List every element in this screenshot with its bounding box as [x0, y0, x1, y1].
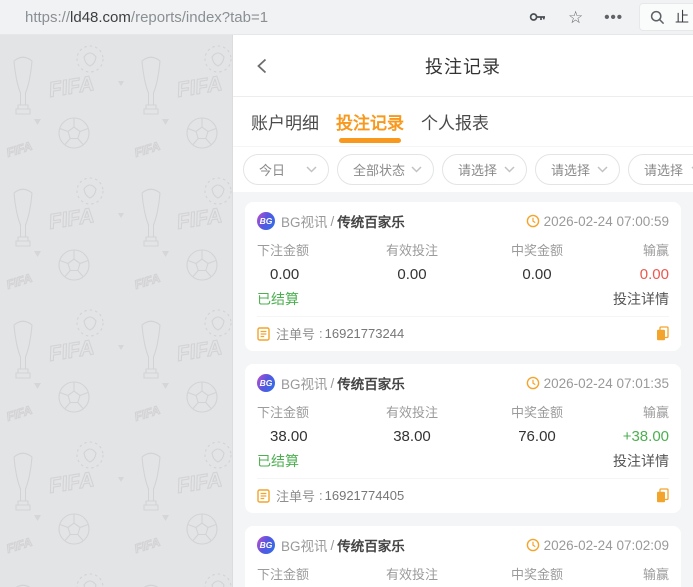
field-label: 中奖金额 — [510, 567, 563, 582]
provider-logo: BG — [257, 536, 275, 554]
filter-label: 全部状态 — [353, 163, 406, 178]
copy-icon[interactable] — [656, 488, 669, 503]
tab-bar: 账户明细 投注记录 个人报表 — [233, 97, 693, 147]
back-button[interactable] — [251, 54, 275, 78]
field-label: 输赢 — [642, 567, 669, 582]
key-icon[interactable] — [529, 9, 547, 25]
find-in-page-box[interactable]: 止 — [639, 3, 693, 31]
game-name: 传统百家乐 — [337, 215, 405, 230]
field-label: 下注金额 — [257, 405, 310, 420]
provider-logo: BG — [257, 212, 275, 230]
active-tab-underline — [339, 138, 401, 143]
filter-label: 请选择 — [458, 163, 498, 178]
field-label: 下注金额 — [257, 567, 310, 582]
win-amount: 76.00 — [518, 428, 556, 445]
url-text[interactable]: https://ld48.com/reports/index?tab=1 — [25, 9, 529, 26]
provider-name: BG视讯 — [281, 539, 328, 554]
win-loss: +38.00 — [622, 428, 669, 445]
separator: / — [330, 213, 335, 229]
field-label: 有效投注 — [385, 567, 438, 582]
field-label: 有效投注 — [385, 405, 438, 420]
separator: / — [330, 375, 335, 391]
colon: : — [319, 488, 323, 503]
bet-record-card: BG BG视讯 / 传统百家乐 2026-02-24 07:01:35 下注金额… — [245, 364, 681, 513]
bet-records-panel: 投注记录 账户明细 投注记录 个人报表 今日 全部状态 请选择 请选择 请选择 … — [233, 35, 693, 587]
provider-logo: BG — [257, 374, 275, 392]
bookmark-star-icon[interactable]: ☆ — [568, 9, 583, 26]
url-scheme: https:// — [25, 8, 71, 26]
bet-record-card: BG BG视讯 / 传统百家乐 2026-02-24 07:00:59 下注金额… — [245, 202, 681, 351]
provider-name: BG视讯 — [281, 215, 328, 230]
record-list: BG BG视讯 / 传统百家乐 2026-02-24 07:00:59 下注金额… — [233, 192, 693, 587]
colon: : — [319, 326, 323, 341]
clock-icon — [526, 376, 540, 390]
page-title: 投注记录 — [425, 56, 501, 77]
background-watermark-pane: FIFA FIFA — [0, 35, 233, 587]
url-host: ld48.com — [70, 8, 131, 26]
game-name: 传统百家乐 — [337, 539, 405, 554]
browser-menu-icon[interactable]: ••• — [604, 10, 623, 25]
clock-icon — [526, 538, 540, 552]
field-label: 下注金额 — [257, 243, 310, 258]
filter-select-dropdown-3[interactable]: 请选择 — [628, 154, 693, 185]
bet-detail-link[interactable]: 投注详情 — [613, 451, 669, 471]
filter-label: 今日 — [259, 163, 286, 178]
page-header: 投注记录 — [233, 35, 693, 97]
browser-address-bar: https://ld48.com/reports/index?tab=1 ☆ •… — [0, 0, 693, 35]
field-label: 有效投注 — [385, 243, 438, 258]
filter-bar: 今日 全部状态 请选择 请选择 请选择 — [233, 147, 693, 192]
valid-bet: 38.00 — [393, 428, 431, 445]
order-label: 注单号 — [276, 327, 316, 342]
filter-label: 请选择 — [644, 163, 684, 178]
bet-amount: 38.00 — [270, 428, 308, 445]
win-amount: 0.00 — [522, 266, 552, 283]
bet-time: 2026-02-24 07:02:09 — [543, 537, 669, 553]
search-icon — [650, 10, 665, 25]
tab-personal-report[interactable]: 个人报表 — [421, 97, 489, 146]
filter-select-dropdown-1[interactable]: 请选择 — [442, 154, 527, 185]
valid-bet: 0.00 — [397, 266, 427, 283]
filter-select-dropdown-2[interactable]: 请选择 — [535, 154, 620, 185]
filter-label: 请选择 — [551, 163, 591, 178]
game-name: 传统百家乐 — [337, 377, 405, 392]
bet-time: 2026-02-24 07:00:59 — [543, 213, 669, 229]
order-label: 注单号 — [276, 489, 316, 504]
field-label: 中奖金额 — [510, 405, 563, 420]
field-label: 输赢 — [642, 243, 669, 258]
copy-icon[interactable] — [656, 326, 669, 341]
field-label: 中奖金额 — [510, 243, 563, 258]
receipt-icon — [257, 488, 270, 503]
provider-name: BG视讯 — [281, 377, 328, 392]
status-badge: 已结算 — [257, 291, 299, 307]
find-text: 止 — [675, 9, 689, 25]
receipt-icon — [257, 326, 270, 341]
filter-status-dropdown[interactable]: 全部状态 — [337, 154, 434, 185]
fifa-soccer-pattern: FIFA FIFA — [0, 35, 232, 587]
field-label: 输赢 — [642, 405, 669, 420]
order-number: 16921773244 — [324, 326, 405, 341]
clock-icon — [526, 214, 540, 228]
bet-amount: 0.00 — [270, 266, 300, 283]
tab-label: 投注记录 — [336, 114, 404, 133]
order-number: 16921774405 — [324, 488, 405, 503]
status-badge: 已结算 — [257, 453, 299, 469]
separator: / — [330, 537, 335, 553]
tab-account-details[interactable]: 账户明细 — [251, 97, 319, 146]
bet-record-card: BG BG视讯 / 传统百家乐 2026-02-24 07:02:09 下注金额… — [245, 526, 681, 587]
filter-date-dropdown[interactable]: 今日 — [243, 154, 329, 185]
bet-time: 2026-02-24 07:01:35 — [543, 375, 669, 391]
bet-detail-link[interactable]: 投注详情 — [613, 289, 669, 309]
win-loss: 0.00 — [639, 266, 669, 283]
tab-bet-records[interactable]: 投注记录 — [336, 97, 404, 146]
url-path: /reports/index?tab=1 — [130, 8, 269, 26]
